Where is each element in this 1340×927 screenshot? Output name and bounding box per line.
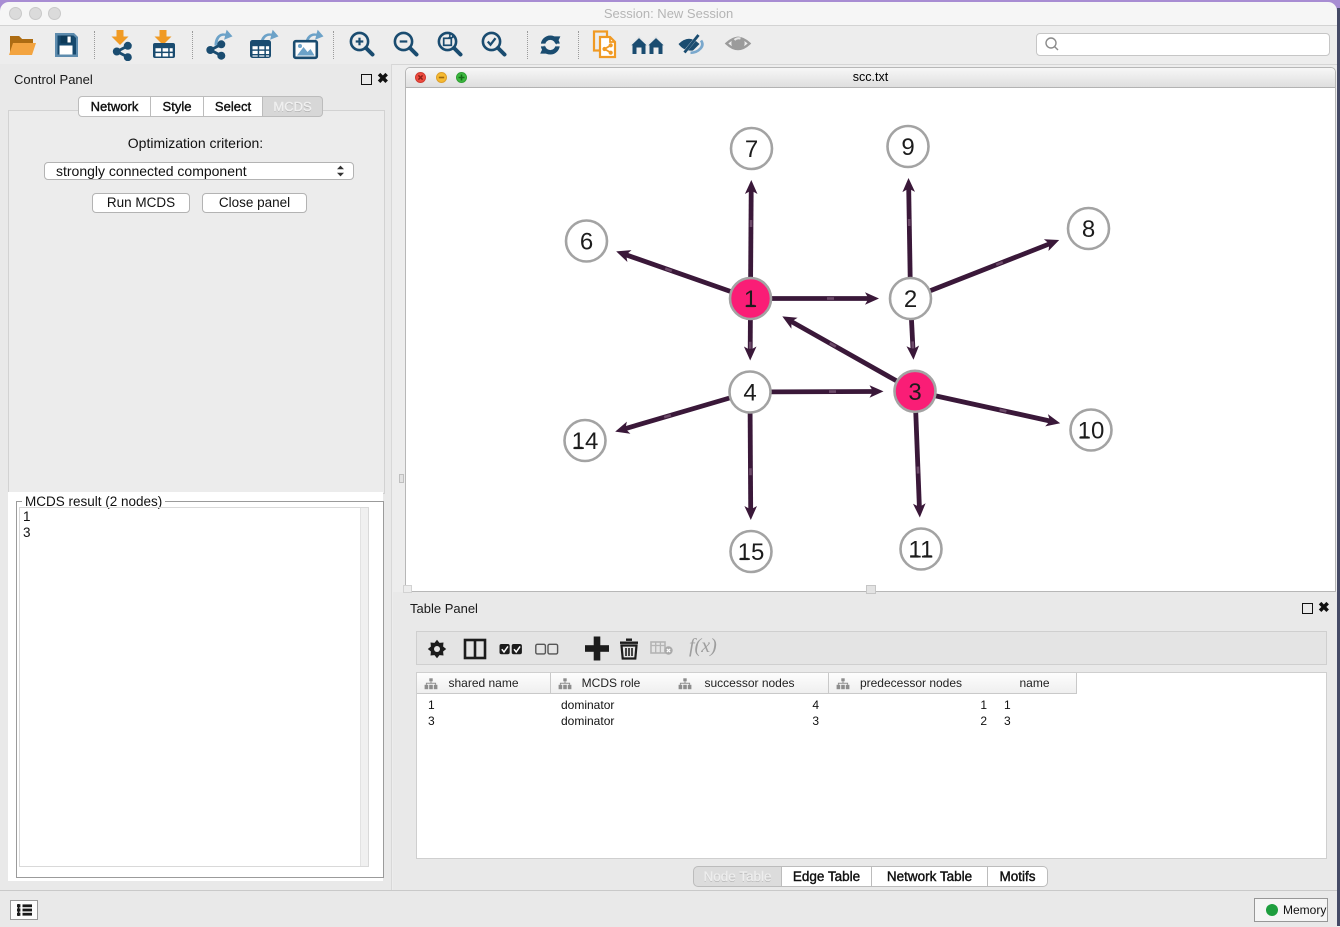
svg-text:8: 8: [1082, 216, 1095, 243]
svg-text:14: 14: [572, 428, 599, 455]
svg-text:6: 6: [580, 229, 593, 256]
svg-text:9: 9: [901, 134, 914, 161]
svg-text:3: 3: [908, 379, 921, 406]
svg-text:4: 4: [743, 380, 756, 407]
svg-text:1: 1: [744, 286, 757, 313]
svg-text:11: 11: [909, 537, 934, 564]
svg-text:2: 2: [904, 286, 917, 313]
svg-text:15: 15: [738, 539, 765, 566]
svg-text:10: 10: [1078, 418, 1105, 445]
svg-text:7: 7: [745, 136, 758, 163]
